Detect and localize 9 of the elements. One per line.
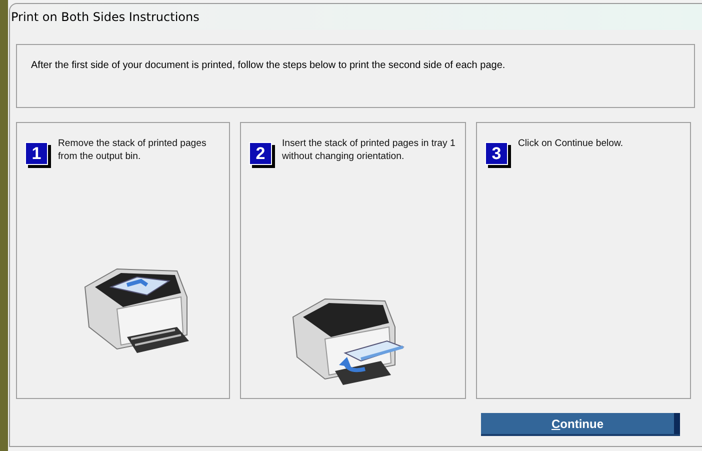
- step-number: 3: [485, 142, 508, 165]
- step-text: Click on Continue below.: [518, 137, 624, 150]
- step-number: 2: [249, 142, 272, 165]
- step-number: 1: [25, 142, 48, 165]
- continue-button[interactable]: Continue: [481, 413, 680, 434]
- step-text: Remove the stack of printed pages from the output bin.: [58, 137, 208, 163]
- instruction-text: After the first side of your document is printed, follow the steps below to print the second side of each page.: [31, 60, 506, 71]
- window-title: Print on Both Sides Instructions: [11, 10, 200, 24]
- step-text: Insert the stack of printed pages in tray 1 without changing orientation.: [282, 137, 456, 163]
